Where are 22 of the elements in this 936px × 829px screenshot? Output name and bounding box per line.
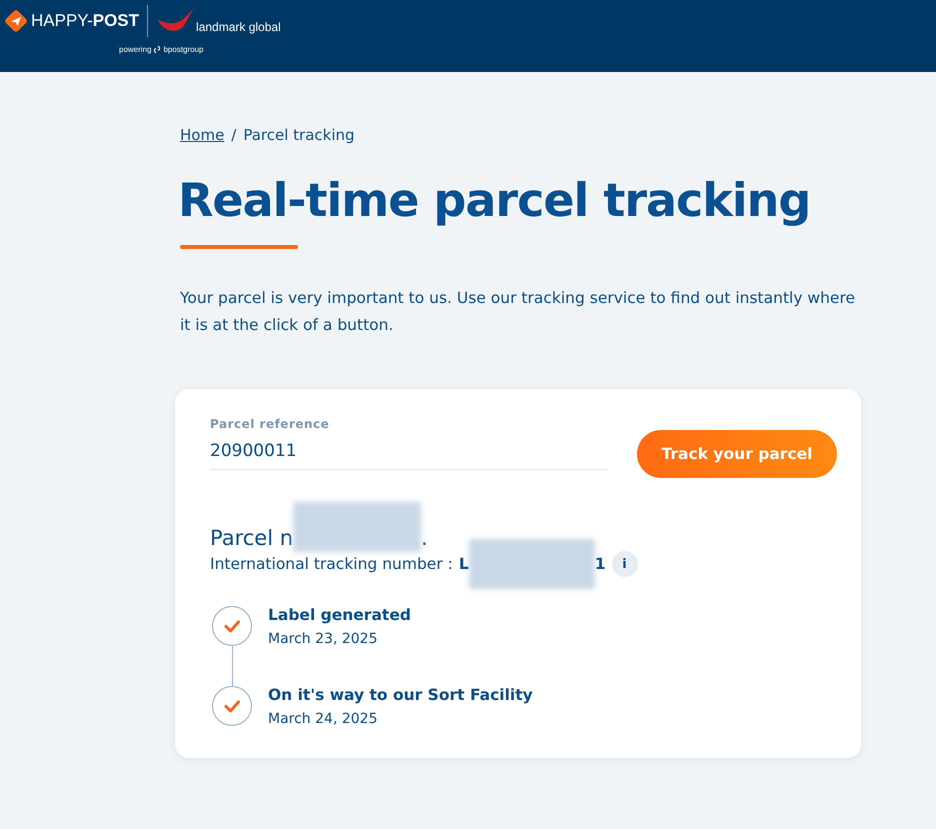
breadcrumb-current: Parcel tracking — [243, 126, 355, 144]
heading-period: . — [421, 525, 428, 552]
tracking-label: International tracking number : — [210, 555, 453, 573]
step-date: March 24, 2025 — [268, 710, 378, 728]
step-title: Label generated — [268, 606, 411, 624]
link-icon — [153, 45, 162, 54]
brand-name: HAPPY-POST — [31, 11, 140, 31]
info-button[interactable]: i — [612, 551, 638, 577]
tracking-number-start: L — [458, 555, 469, 573]
partner-name: landmark global — [196, 20, 281, 34]
intro-text: Your parcel is very important to us. Use our tracking service to find out instantly where it is at the click of a button. — [180, 288, 856, 336]
breadcrumb-link[interactable]: Home — [180, 126, 224, 144]
group-name: bpostgroup — [163, 45, 204, 54]
parcel-reference-field[interactable]: 20900011 — [210, 431, 607, 470]
step-date: March 23, 2025 — [268, 630, 378, 648]
field-label: Parcel reference — [210, 417, 330, 431]
tagline: powering — [119, 45, 152, 54]
breadcrumb-separator: / — [231, 126, 236, 144]
parcel-heading: Parcel n — [210, 525, 294, 552]
step-title: On it's way to our Sort Facility — [268, 686, 533, 704]
tracking-number-end: 1 — [594, 555, 606, 573]
page-title: Real-time parcel tracking — [178, 172, 812, 228]
